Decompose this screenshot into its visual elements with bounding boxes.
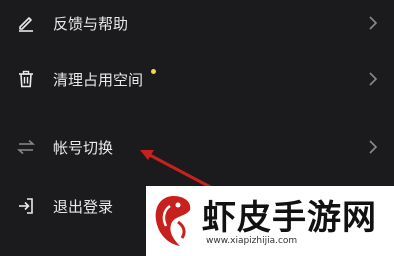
logout-icon [16,196,36,216]
new-badge-dot [151,69,156,74]
trash-icon [16,69,36,89]
menu-item-label: 帐号切换 [53,138,114,157]
chevron-right-icon [369,72,378,86]
menu-item-label: 退出登录 [53,197,114,216]
edit-icon [16,13,36,33]
watermark-url: www.xiapizhijia.com [206,236,298,246]
menu-item-label: 反馈与帮助 [53,14,129,33]
chevron-right-icon [369,140,378,154]
watermark-banner: 虾皮手游网 www.xiapizhijia.com [146,186,394,256]
chevron-right-icon [369,16,378,30]
watermark-brand: 虾皮手游网 [202,198,377,238]
shrimp-logo-icon [155,196,191,246]
switch-arrows-icon [16,137,36,157]
menu-item-clear-storage[interactable]: 清理占用空间 [0,56,394,102]
menu-item-label: 清理占用空间 [53,70,144,89]
menu-item-feedback-help[interactable]: 反馈与帮助 [0,0,394,46]
